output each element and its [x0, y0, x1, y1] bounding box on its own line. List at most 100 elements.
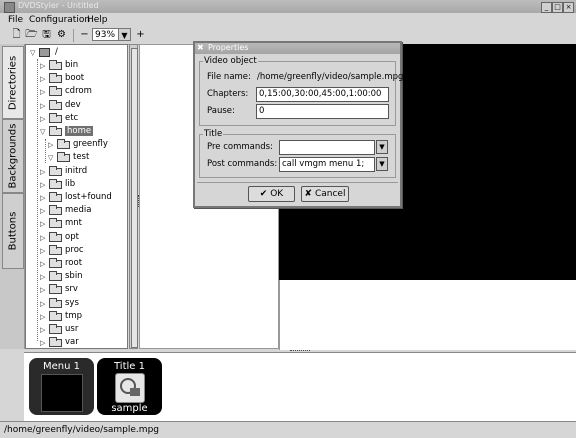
tree-item-label: etc — [65, 112, 79, 123]
status-text: /home/greenfly/video/sample.mpg — [4, 425, 159, 435]
ok-button-label: OK — [270, 189, 284, 199]
expand-icon[interactable]: ▷ — [40, 75, 45, 83]
video-object-group-label: Video object — [203, 56, 258, 66]
ok-button[interactable]: ✔ OK — [248, 186, 295, 202]
menu-help[interactable]: Help — [87, 15, 108, 25]
dialog-titlebar[interactable]: ✖ Properties — [195, 43, 400, 54]
window-titlebar: DVDStyler - Untitled _ □ × — [0, 0, 576, 14]
menu-configuration[interactable]: Configuration — [29, 15, 90, 25]
dialog-title: Properties — [208, 43, 249, 52]
drive-icon — [39, 48, 50, 57]
expand-icon[interactable]: ▷ — [40, 326, 45, 334]
tree-item-label: lib — [65, 178, 76, 189]
expand-icon[interactable]: ▷ — [40, 115, 45, 123]
pre-commands-dropdown-icon[interactable]: ▼ — [376, 140, 388, 154]
folder-icon — [49, 192, 62, 202]
tree-guide-line — [45, 139, 46, 163]
tree-item-label: mnt — [65, 218, 82, 229]
expand-icon[interactable]: ▷ — [40, 273, 45, 281]
collapse-icon[interactable]: ▽ — [40, 128, 45, 136]
tree-item-label: test — [73, 152, 90, 163]
tree-item-label: media — [65, 205, 92, 216]
tree-item-label: greenfly — [73, 139, 108, 150]
expand-icon[interactable]: ▷ — [40, 247, 45, 255]
expand-icon[interactable]: ▷ — [40, 102, 45, 110]
post-commands-dropdown-icon[interactable]: ▼ — [376, 157, 388, 171]
folder-icon — [49, 324, 62, 334]
ok-icon: ✔ — [259, 189, 268, 199]
splitter-handle[interactable] — [138, 195, 140, 207]
tree-item-label: sbin — [65, 271, 83, 282]
tree-item-label: opt — [65, 231, 79, 242]
folder-icon — [57, 139, 70, 150]
side-tabs: Directories Backgrounds Buttons — [0, 44, 25, 349]
close-icon[interactable]: × — [563, 2, 574, 13]
menu-file[interactable]: File — [8, 15, 23, 25]
zoom-input[interactable]: 93% — [92, 28, 120, 41]
cancel-button[interactable]: ✘ Cancel — [301, 186, 349, 202]
new-file-icon[interactable]: 🗋 — [10, 29, 23, 41]
tab-backgrounds[interactable]: Backgrounds — [2, 119, 24, 193]
tree-item-label: bin — [65, 60, 79, 70]
dialog-close-icon[interactable]: ✖ — [197, 43, 204, 52]
tab-buttons[interactable]: Buttons — [2, 193, 24, 269]
folder-icon — [57, 152, 70, 163]
expand-icon[interactable]: ▷ — [40, 313, 45, 321]
expand-icon[interactable]: ▷ — [40, 62, 45, 70]
tree-item-label: var — [65, 337, 79, 348]
tree-scrollbar[interactable] — [129, 44, 138, 349]
menu-thumbnail[interactable]: Menu 1 — [29, 358, 94, 415]
tab-backgrounds-label: Backgrounds — [7, 123, 19, 189]
tree-scrollbar-thumb[interactable] — [131, 48, 138, 348]
menubar: File Configuration Help — [0, 13, 576, 27]
expand-icon[interactable]: ▷ — [40, 234, 45, 242]
zoom-out-icon[interactable]: − — [78, 29, 91, 41]
title-group-label: Title — [203, 129, 224, 139]
toolbar-separator — [73, 29, 74, 42]
window-title: DVDStyler - Untitled — [18, 1, 99, 10]
pre-commands-label: Pre commands: — [207, 142, 273, 152]
expand-icon[interactable]: ▷ — [48, 141, 53, 149]
file-name-value: /home/greenfly/video/sample.mpg — [257, 72, 404, 82]
expand-icon[interactable]: ▷ — [40, 300, 45, 308]
pause-input[interactable]: 0 — [256, 104, 389, 119]
expand-icon[interactable]: ▷ — [40, 207, 45, 215]
expand-icon[interactable]: ▷ — [40, 286, 45, 294]
title-thumbnail[interactable]: Title 1 sample — [97, 358, 162, 415]
zoom-in-icon[interactable]: + — [134, 29, 147, 41]
expand-icon[interactable]: ▷ — [40, 194, 45, 202]
minimize-icon[interactable]: _ — [541, 2, 552, 13]
post-commands-input[interactable]: call vmgm menu 1; — [279, 157, 375, 172]
tree-item-label: proc — [65, 244, 84, 255]
pre-commands-input[interactable] — [279, 140, 375, 155]
save-icon[interactable]: 🖫 — [40, 29, 53, 41]
folder-icon — [49, 73, 62, 84]
folder-icon — [49, 99, 62, 110]
tree-item-label: root — [65, 258, 83, 268]
expand-icon[interactable]: ▷ — [40, 260, 45, 268]
maximize-icon[interactable]: □ — [552, 2, 563, 13]
preview-lower-area — [279, 280, 576, 350]
expand-icon[interactable]: ▷ — [40, 339, 45, 347]
expand-icon[interactable]: ▷ — [40, 220, 45, 228]
settings-icon[interactable]: ⚙ — [55, 29, 68, 41]
collapse-icon[interactable]: ▽ — [48, 154, 53, 162]
tab-directories[interactable]: Directories — [2, 46, 24, 119]
chapters-input[interactable]: 0,15:00,30:00,45:00,1:00:00 — [256, 87, 389, 102]
collapse-icon[interactable]: ▽ — [30, 49, 35, 57]
zoom-dropdown-icon[interactable]: ▼ — [118, 28, 131, 41]
cancel-icon: ✘ — [304, 189, 313, 199]
expand-icon[interactable]: ▷ — [40, 181, 45, 189]
open-folder-icon[interactable]: 🗁 — [25, 29, 38, 41]
directory-tree[interactable]: ▽ / ▷ bin ▷ boot ▷ cdrom ▷ dev ▷ etc ▽ home ▷ greenfl… — [25, 44, 128, 349]
folder-icon — [49, 284, 62, 295]
folder-icon — [49, 126, 62, 136]
folder-icon — [49, 60, 62, 70]
tree-item-label: usr — [65, 324, 79, 334]
app-icon — [4, 2, 15, 13]
expand-icon[interactable]: ▷ — [40, 88, 45, 96]
folder-icon — [49, 231, 62, 242]
folder-icon — [49, 165, 62, 176]
pause-label: Pause: — [207, 106, 235, 116]
expand-icon[interactable]: ▷ — [40, 168, 45, 176]
